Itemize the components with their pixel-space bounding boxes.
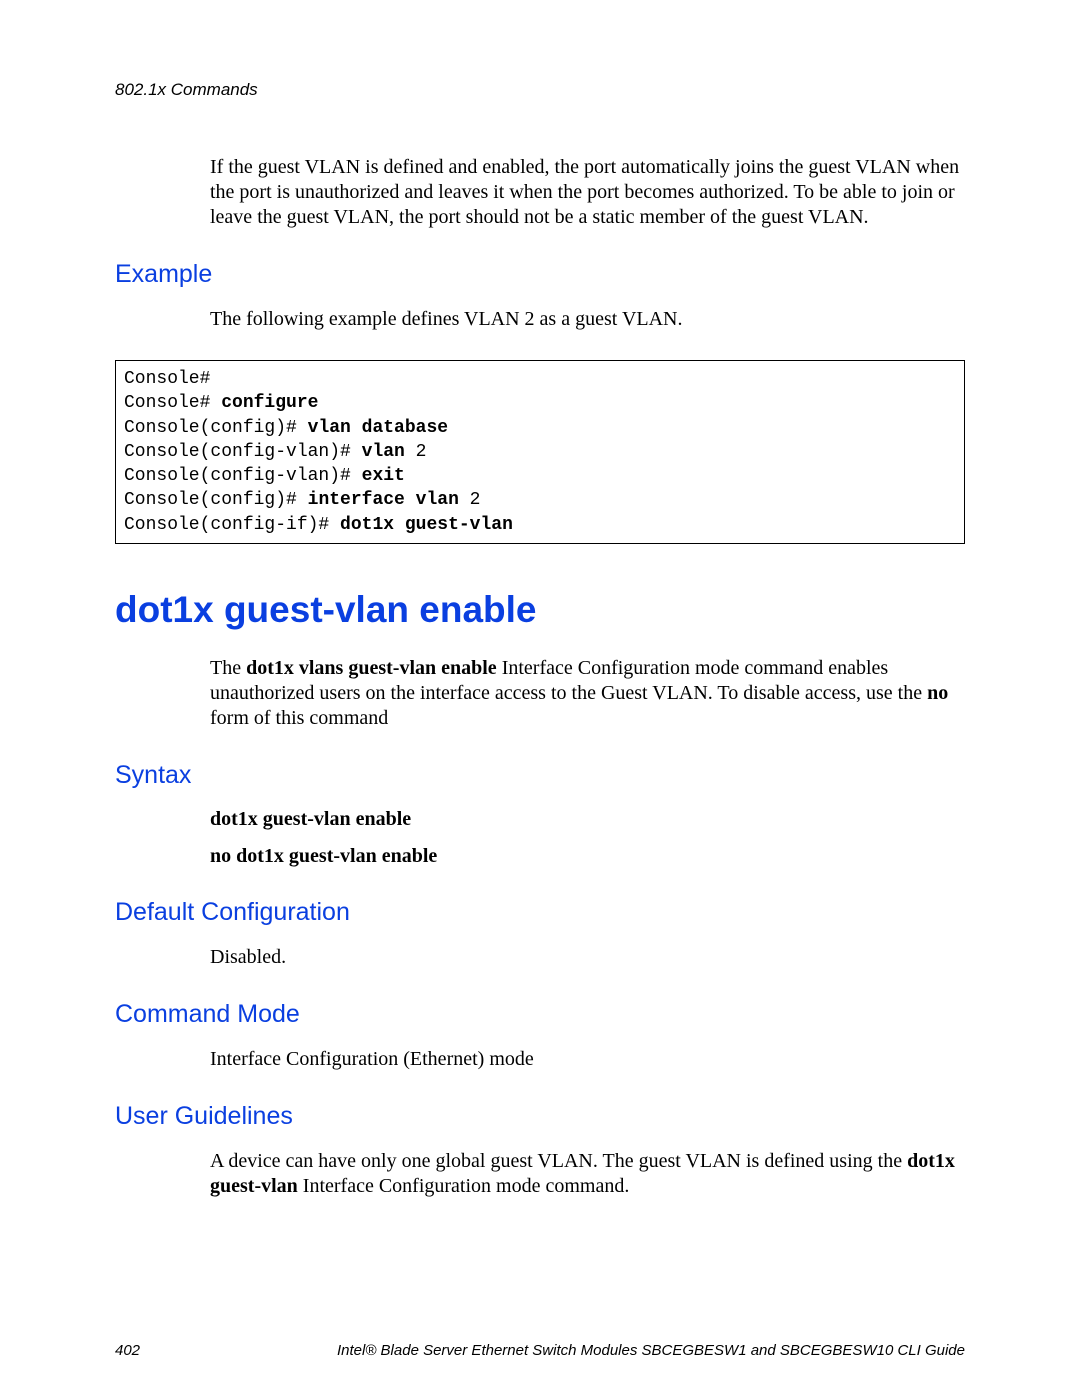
heading-default-config: Default Configuration [115,898,965,927]
page-number: 402 [115,1342,140,1359]
user-guidelines-text: A device can have only one global guest … [210,1149,965,1199]
code-line: Console(config-if)# dot1x guest-vlan [124,513,956,537]
code-line: Console(config-vlan)# vlan 2 [124,440,956,464]
intro-paragraph: If the guest VLAN is defined and enabled… [210,155,965,230]
running-header: 802.1x Commands [115,80,965,100]
heading-syntax: Syntax [115,761,965,790]
code-line: Console(config)# vlan database [124,416,956,440]
heading-command-title: dot1x guest-vlan enable [115,589,965,631]
code-example-box: Console# Console# configure Console(conf… [115,360,965,544]
code-line: Console# configure [124,391,956,415]
command-description: The dot1x vlans guest-vlan enable Interf… [210,656,965,731]
syntax-line: dot1x guest-vlan enable [210,808,965,831]
code-line: Console# [124,367,956,391]
page: 802.1x Commands If the guest VLAN is def… [0,0,1080,1397]
code-line: Console(config)# interface vlan 2 [124,488,956,512]
heading-command-mode: Command Mode [115,1000,965,1029]
heading-example: Example [115,260,965,289]
syntax-block: dot1x guest-vlan enable no dot1x guest-v… [210,808,965,868]
page-footer: 402 Intel® Blade Server Ethernet Switch … [115,1342,965,1359]
example-lead: The following example defines VLAN 2 as … [210,307,965,332]
code-line: Console(config-vlan)# exit [124,464,956,488]
default-config-text: Disabled. [210,945,965,970]
command-mode-text: Interface Configuration (Ethernet) mode [210,1047,965,1072]
heading-user-guidelines: User Guidelines [115,1102,965,1131]
footer-title: Intel® Blade Server Ethernet Switch Modu… [337,1342,965,1359]
syntax-line: no dot1x guest-vlan enable [210,845,965,868]
